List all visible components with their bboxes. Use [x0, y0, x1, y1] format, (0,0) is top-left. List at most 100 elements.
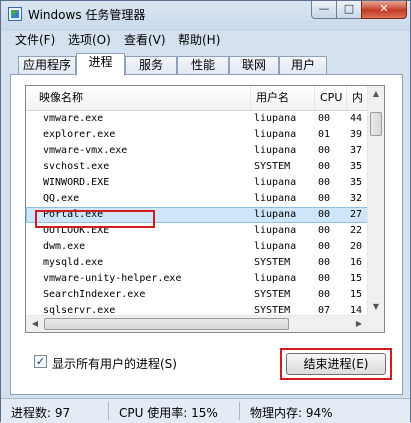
process-memory: 35 [350, 161, 363, 172]
process-cpu: 00 [318, 161, 331, 172]
process-memory: 37 [350, 145, 363, 156]
status-separator [239, 402, 240, 420]
process-row[interactable]: sqlservr.exe SYSTEM 07 14 [26, 303, 368, 315]
process-user: liupana [254, 113, 297, 124]
process-cpu: 00 [318, 145, 331, 156]
process-list[interactable]: 映像名称 用户名 CPU 内 vmware.exe liupana 00 44 expl… [25, 85, 385, 333]
show-all-users-checkbox[interactable]: ✓ [34, 355, 47, 368]
vertical-scrollbar[interactable]: ▲ ▼ [367, 86, 384, 315]
process-name: vmware-unity-helper.exe [43, 273, 182, 284]
process-cpu: 00 [318, 257, 331, 268]
process-list-viewport: 映像名称 用户名 CPU 内 vmware.exe liupana 00 44 expl… [26, 86, 368, 315]
process-row[interactable]: dwm.exe liupana 00 20 [26, 239, 368, 255]
tab-applications[interactable]: 应用程序 [18, 56, 76, 75]
task-manager-app-icon [8, 7, 22, 21]
task-manager-window: Windows 任务管理器 — □ ✕ 文件(F) 选项(O) 查看(V) 帮助… [0, 0, 411, 423]
process-memory: 27 [350, 209, 363, 220]
tab-services[interactable]: 服务 [125, 56, 177, 75]
process-row[interactable]: QQ.exe liupana 00 32 [26, 191, 368, 207]
title-bar[interactable]: Windows 任务管理器 — □ ✕ [1, 1, 410, 28]
scroll-down-arrow-icon[interactable]: ▼ [369, 299, 383, 315]
scroll-left-arrow-icon[interactable]: ◀ [27, 317, 43, 331]
process-memory: 22 [350, 225, 363, 236]
tab-networking[interactable]: 联网 [229, 56, 279, 75]
process-cpu: 00 [318, 289, 331, 300]
tab-strip: 应用程序 进程 服务 性能 联网 用户 [1, 53, 410, 76]
process-name: QQ.exe [43, 193, 80, 204]
vertical-scroll-thumb[interactable] [370, 112, 382, 136]
process-memory: 39 [350, 129, 363, 140]
process-cpu: 00 [318, 209, 331, 220]
horizontal-scroll-thumb[interactable] [44, 318, 289, 330]
process-memory: 14 [350, 305, 363, 315]
process-cpu: 00 [318, 193, 331, 204]
horizontal-scrollbar[interactable]: ◀ ▶ [26, 315, 368, 332]
status-separator [108, 402, 109, 420]
process-user: SYSTEM [254, 305, 291, 315]
process-row[interactable]: svchost.exe SYSTEM 00 35 [26, 159, 368, 175]
process-row[interactable]: vmware-vmx.exe liupana 00 37 [26, 143, 368, 159]
close-button[interactable]: ✕ [361, 1, 407, 19]
process-memory: 35 [350, 177, 363, 188]
process-name: mysqld.exe [43, 257, 104, 268]
process-row[interactable]: WINWORD.EXE liupana 00 35 [26, 175, 368, 191]
menu-view[interactable]: 查看(V) [124, 31, 166, 48]
selected-process-highlight [35, 210, 155, 228]
process-memory: 15 [350, 273, 363, 284]
menu-help[interactable]: 帮助(H) [178, 31, 220, 48]
status-bar: 进程数: 97 CPU 使用率: 15% 物理内存: 94% [1, 398, 410, 423]
column-cpu[interactable]: CPU [315, 86, 347, 110]
window-title: Windows 任务管理器 [28, 8, 146, 22]
tab-performance[interactable]: 性能 [177, 56, 229, 75]
scroll-right-arrow-icon[interactable]: ▶ [351, 317, 367, 331]
tab-processes[interactable]: 进程 [76, 53, 125, 76]
maximize-button[interactable]: □ [336, 1, 362, 19]
process-user: liupana [254, 193, 297, 204]
process-cpu: 00 [318, 113, 331, 124]
status-physical-memory: 物理内存: 94% [250, 406, 333, 420]
end-process-button[interactable]: 结束进程(E) [286, 353, 386, 375]
process-user: liupana [254, 225, 297, 236]
process-user: liupana [254, 177, 297, 188]
process-memory: 44 [350, 113, 363, 124]
column-user-name[interactable]: 用户名 [251, 86, 315, 110]
list-header: 映像名称 用户名 CPU 内 [26, 86, 368, 111]
scroll-corner [367, 315, 384, 332]
process-user: liupana [254, 145, 297, 156]
process-row[interactable]: SearchIndexer.exe SYSTEM 00 15 [26, 287, 368, 303]
column-image-name[interactable]: 映像名称 [34, 86, 251, 110]
scroll-up-arrow-icon[interactable]: ▲ [369, 86, 383, 102]
process-name: vmware.exe [43, 113, 104, 124]
menu-options[interactable]: 选项(O) [68, 31, 111, 48]
process-memory: 16 [350, 257, 363, 268]
show-all-users-label[interactable]: 显示所有用户的进程(S) [52, 355, 177, 372]
column-memory[interactable]: 内 [347, 86, 368, 110]
status-cpu-usage: CPU 使用率: 15% [119, 406, 218, 420]
process-user: liupana [254, 129, 297, 140]
process-user: SYSTEM [254, 289, 291, 300]
process-name: SearchIndexer.exe [43, 289, 146, 300]
process-name: dwm.exe [43, 241, 86, 252]
process-name: WINWORD.EXE [43, 177, 110, 188]
process-row[interactable]: vmware.exe liupana 00 44 [26, 111, 368, 127]
process-row[interactable]: vmware-unity-helper.exe liupana 00 15 [26, 271, 368, 287]
tab-users[interactable]: 用户 [279, 56, 327, 75]
process-user: liupana [254, 241, 297, 252]
process-row[interactable]: mysqld.exe SYSTEM 00 16 [26, 255, 368, 271]
minimize-button[interactable]: — [311, 1, 337, 19]
process-user: SYSTEM [254, 257, 291, 268]
process-memory: 32 [350, 193, 363, 204]
process-cpu: 00 [318, 273, 331, 284]
process-name: explorer.exe [43, 129, 116, 140]
process-cpu: 01 [318, 129, 331, 140]
process-row[interactable]: explorer.exe liupana 01 39 [26, 127, 368, 143]
process-memory: 15 [350, 289, 363, 300]
process-cpu: 00 [318, 177, 331, 188]
process-name: vmware-vmx.exe [43, 145, 128, 156]
process-name: sqlservr.exe [43, 305, 116, 315]
process-user: liupana [254, 273, 297, 284]
process-user: SYSTEM [254, 161, 291, 172]
menu-file[interactable]: 文件(F) [15, 31, 55, 48]
process-name: svchost.exe [43, 161, 110, 172]
process-user: liupana [254, 209, 297, 220]
